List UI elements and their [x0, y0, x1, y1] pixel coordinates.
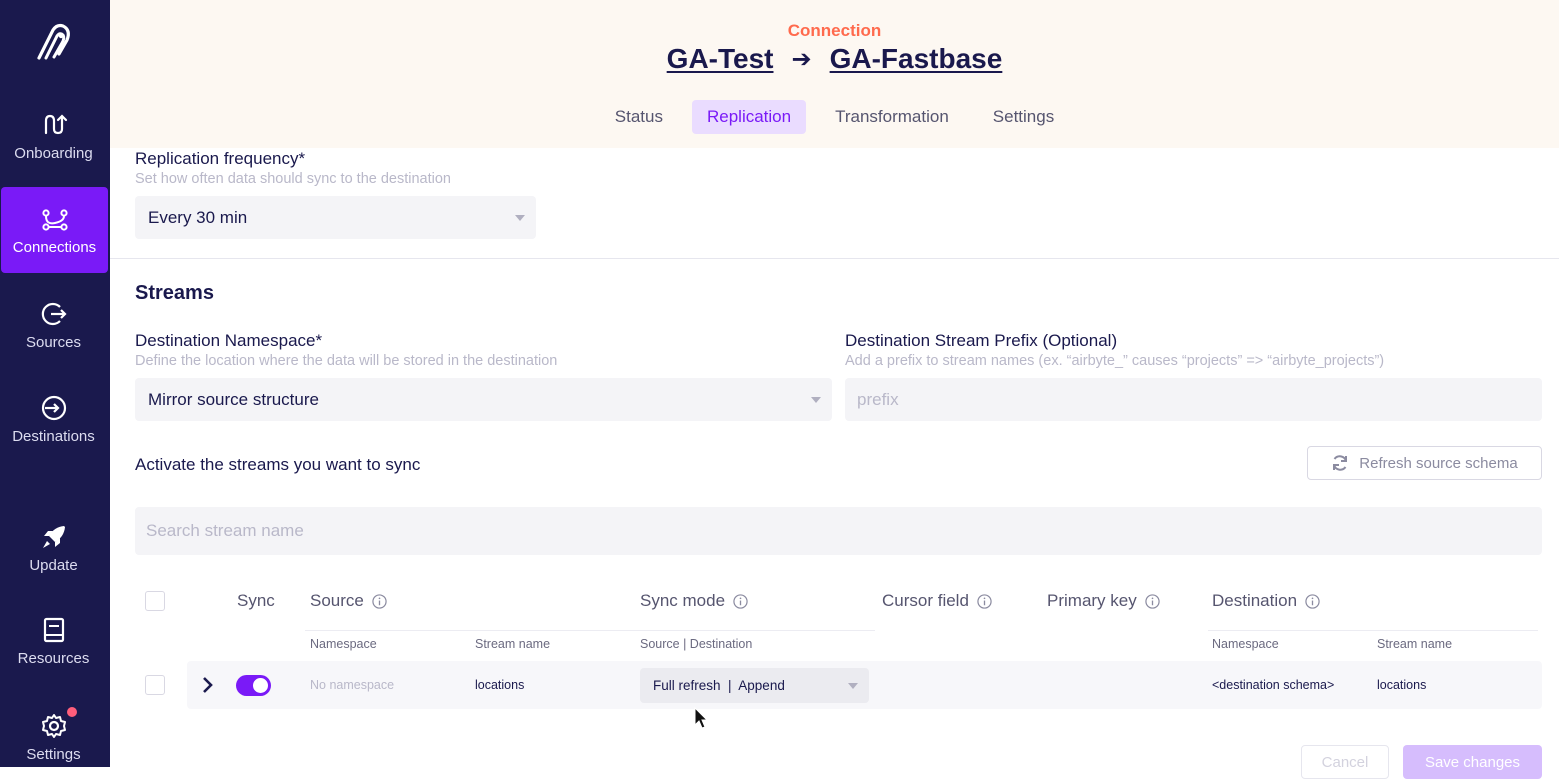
- rocket-icon: [42, 525, 65, 548]
- tab-status[interactable]: Status: [600, 100, 678, 134]
- sync-header-label: Sync: [237, 591, 275, 610]
- sidebar-item-resources[interactable]: Resources: [0, 598, 107, 684]
- tab-replication[interactable]: Replication: [691, 100, 807, 134]
- sync-mode-header-label: Sync mode: [640, 591, 726, 610]
- sources-icon: [41, 302, 67, 325]
- section-divider: [110, 258, 1559, 259]
- refresh-schema-button[interactable]: Refresh source schema: [1307, 446, 1542, 480]
- namespace-value: Mirror source structure: [148, 389, 319, 409]
- chevron-right-icon[interactable]: [201, 676, 215, 694]
- row-source-stream: locations: [475, 678, 525, 692]
- cursor-field-header: Cursor field: [882, 591, 992, 611]
- info-icon[interactable]: [977, 593, 992, 609]
- sync-header: Sync: [237, 591, 275, 611]
- sidebar-item-label: Settings: [26, 745, 81, 763]
- connection-title: GA-Test ➔ GA-Fastbase: [110, 43, 1559, 75]
- arrow-right-icon: ➔: [791, 45, 812, 73]
- tab-settings[interactable]: Settings: [978, 100, 1069, 134]
- search-stream-input[interactable]: [135, 507, 1542, 555]
- connections-icon: [41, 208, 68, 231]
- cancel-button[interactable]: Cancel: [1301, 745, 1389, 779]
- sidebar-item-destinations[interactable]: Destinations: [0, 376, 107, 462]
- sidebar: Onboarding Connections Sources Destinati…: [0, 0, 110, 767]
- airbyte-logo[interactable]: [33, 22, 77, 66]
- sidebar-item-settings[interactable]: Settings: [0, 694, 107, 780]
- cursor-field-header-label: Cursor field: [882, 591, 969, 610]
- destination-header: Destination: [1212, 591, 1320, 611]
- connection-tabs: Status Replication Transformation Settin…: [110, 100, 1559, 134]
- destinations-icon: [41, 395, 66, 420]
- toggle-knob: [253, 678, 268, 693]
- info-icon[interactable]: [1305, 593, 1320, 609]
- sidebar-item-label: Destinations: [12, 427, 95, 445]
- book-icon: [43, 617, 64, 642]
- sync-mode-subheader: Source | Destination: [640, 637, 753, 651]
- sidebar-item-update[interactable]: Update: [0, 505, 107, 591]
- sidebar-item-label: Resources: [17, 649, 90, 667]
- sidebar-item-label: Connections: [12, 238, 97, 256]
- destination-link[interactable]: GA-Fastbase: [830, 43, 1003, 75]
- info-icon[interactable]: [733, 593, 748, 609]
- row-source-namespace: No namespace: [310, 678, 395, 692]
- sync-mode-header: Sync mode: [640, 591, 748, 611]
- replication-frequency-label: Replication frequency*: [135, 149, 306, 168]
- namespace-label: Destination Namespace*: [135, 331, 323, 350]
- source-stream-subheader: Stream name: [475, 637, 551, 651]
- primary-key-header: Primary key: [1047, 591, 1160, 611]
- refresh-icon: [1333, 455, 1348, 471]
- subheader-divider: [305, 630, 875, 631]
- sidebar-item-label: Onboarding: [14, 144, 93, 162]
- tab-transformation[interactable]: Transformation: [820, 100, 964, 134]
- prefix-label: Destination Stream Prefix (Optional): [845, 331, 1118, 350]
- source-namespace-subheader: Namespace: [310, 637, 377, 651]
- chevron-down-icon: [811, 396, 821, 403]
- onboarding-icon: [44, 113, 67, 134]
- breadcrumb: Connection: [787, 21, 882, 40]
- namespace-select[interactable]: Mirror source structure: [135, 378, 832, 421]
- replication-frequency-value: Every 30 min: [148, 207, 248, 227]
- sidebar-item-onboarding[interactable]: Onboarding: [0, 93, 107, 179]
- source-link[interactable]: GA-Test: [667, 43, 774, 75]
- destination-header-label: Destination: [1212, 591, 1298, 610]
- sync-mode-value: Full refresh | Append: [653, 678, 785, 693]
- select-all-checkbox[interactable]: [145, 591, 165, 611]
- replication-frequency-select[interactable]: Every 30 min: [135, 196, 536, 239]
- dest-namespace-subheader: Namespace: [1212, 637, 1279, 651]
- sync-toggle[interactable]: [236, 675, 271, 696]
- mouse-cursor-icon: [694, 707, 708, 729]
- sidebar-item-label: Sources: [25, 333, 82, 351]
- row-dest-stream: locations: [1377, 678, 1427, 692]
- prefix-input[interactable]: [845, 378, 1542, 421]
- source-header-label: Source: [310, 591, 364, 610]
- sidebar-item-sources[interactable]: Sources: [0, 282, 107, 368]
- replication-frequency-help: Set how often data should sync to the de…: [135, 171, 451, 187]
- source-header: Source: [310, 591, 387, 611]
- prefix-help: Add a prefix to stream names (ex. “airby…: [845, 353, 1385, 369]
- notification-badge: [67, 707, 77, 717]
- dest-stream-subheader: Stream name: [1377, 637, 1453, 651]
- sidebar-item-connections[interactable]: Connections: [1, 187, 108, 273]
- info-icon[interactable]: [372, 593, 387, 609]
- chevron-down-icon: [848, 682, 858, 689]
- info-icon[interactable]: [1145, 593, 1160, 609]
- sync-mode-select[interactable]: Full refresh | Append: [640, 668, 869, 703]
- streams-title: Streams: [135, 282, 214, 304]
- page-header: Connection GA-Test ➔ GA-Fastbase Status …: [110, 0, 1559, 148]
- primary-key-header-label: Primary key: [1047, 591, 1137, 610]
- namespace-help: Define the location where the data will …: [135, 353, 558, 369]
- row-dest-namespace: <destination schema>: [1212, 678, 1335, 692]
- refresh-schema-label: Refresh source schema: [1359, 454, 1518, 472]
- activate-streams-text: Activate the streams you want to sync: [135, 455, 421, 474]
- gear-icon: [41, 713, 66, 738]
- row-checkbox[interactable]: [145, 675, 165, 695]
- sidebar-item-label: Update: [29, 556, 78, 574]
- save-changes-button[interactable]: Save changes: [1403, 745, 1542, 779]
- chevron-down-icon: [515, 214, 525, 221]
- subheader-divider: [1208, 630, 1538, 631]
